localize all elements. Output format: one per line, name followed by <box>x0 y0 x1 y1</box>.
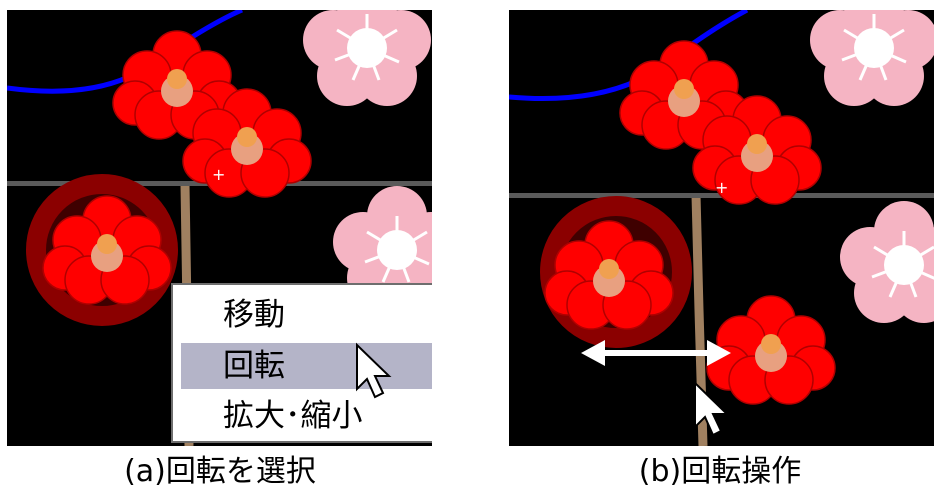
context-menu[interactable]: 移動 回転 拡大･縮小 <box>171 283 432 443</box>
canvas-drawing-b: + <box>509 10 934 446</box>
pivot-marker: + <box>212 165 225 184</box>
caption-b: (b)回転操作 <box>638 454 802 489</box>
menu-item-rotate[interactable]: 回転 <box>181 343 432 389</box>
plum-flower <box>301 10 432 108</box>
canvas-panel-b[interactable]: + <box>509 10 934 446</box>
caption-a: (a)回転を選択 <box>124 454 316 489</box>
rotated-camellia[interactable] <box>706 295 836 405</box>
menu-item-scale[interactable]: 拡大･縮小 <box>181 393 432 439</box>
double-arrow-icon <box>581 340 731 366</box>
menu-item-move[interactable]: 移動 <box>181 292 432 338</box>
plum-flower <box>808 10 934 108</box>
canvas-panel-a[interactable]: + 移動 回転 拡大･縮小 <box>7 10 432 446</box>
plum-flower <box>838 199 934 325</box>
pivot-marker: + <box>715 178 728 197</box>
